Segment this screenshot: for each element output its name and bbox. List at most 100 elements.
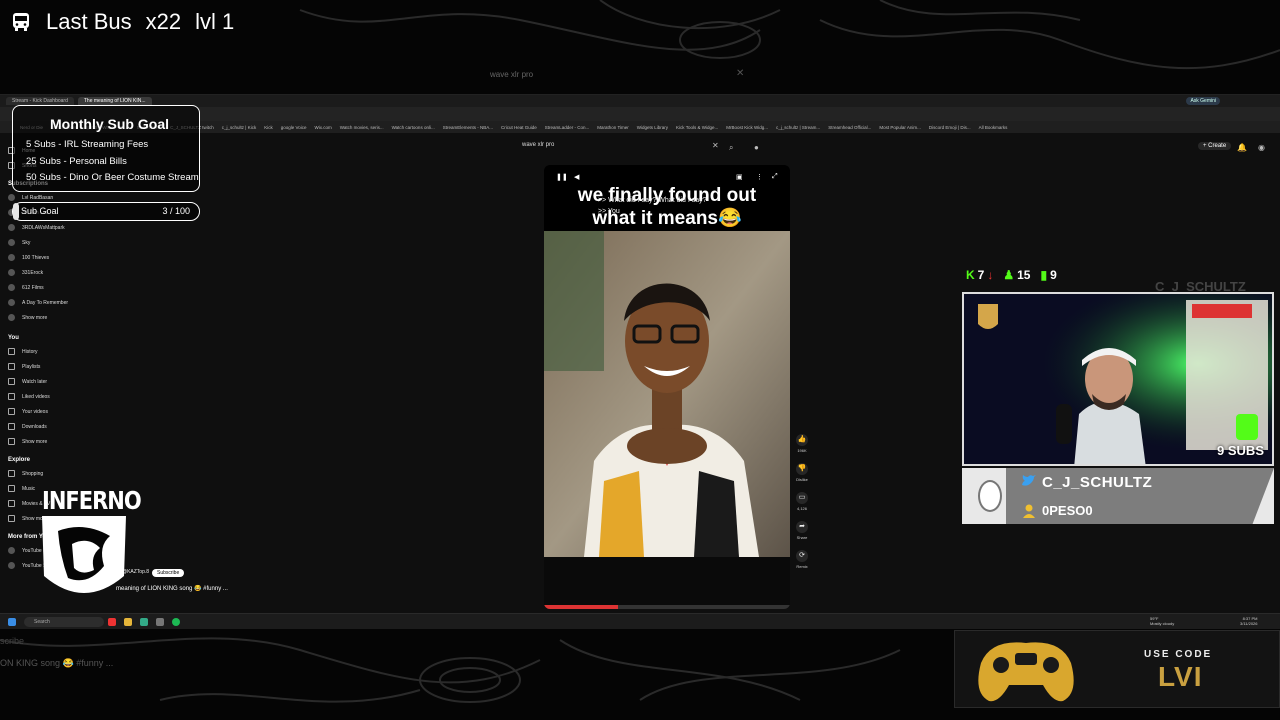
promo-use-code-label: USE CODE (1144, 649, 1213, 660)
sub-goal-tier-2: 25 Subs - Personal Bills (26, 156, 127, 167)
microphone-icon[interactable]: ● (754, 143, 759, 152)
sidebar-item-label: Music (22, 485, 36, 492)
inferno-logo: INFERNO (38, 486, 142, 610)
bookmark-item[interactable]: Watch cartoons onli... (392, 125, 435, 130)
bookmark-item[interactable]: Kick Tools & Widge... (676, 125, 718, 130)
captions-icon[interactable]: ▣ (736, 173, 743, 181)
windows-start-icon[interactable] (8, 618, 16, 626)
webcam-feed: 9 SUBS (962, 292, 1274, 466)
shorts-action-share[interactable]: ➦ Share (796, 521, 808, 540)
sidebar-item-label: History (22, 348, 38, 355)
streamer-nameplate: C_J_SCHULTZ 0PESO0 (962, 468, 1274, 524)
sidebar-item[interactable]: Shopping (8, 470, 43, 477)
sidebar-item[interactable]: A Day To Remember (8, 299, 68, 306)
youtube-search-input[interactable]: wave xlr pro ✕ (522, 141, 720, 154)
sidebar-item[interactable]: 100 Thieves (8, 254, 49, 261)
weather-widget[interactable]: 59°F Mostly cloudy (1150, 616, 1174, 626)
sidebar-section-heading[interactable]: Explore (8, 457, 30, 463)
shorts-action-dislike[interactable]: 👎 Dislike (796, 463, 808, 482)
bookmark-item[interactable]: Widgets Library (637, 125, 668, 130)
sidebar-item[interactable]: Watch later (8, 378, 47, 385)
sidebar-item[interactable]: Lvl RadBasan (8, 194, 53, 201)
sidebar-item[interactable]: Your videos (8, 408, 48, 415)
shorts-player[interactable]: we finally found out what it means😂 >> W… (544, 165, 790, 609)
sidebar-item[interactable]: Liked videos (8, 393, 50, 400)
sidebar-item[interactable]: Show more (8, 314, 47, 321)
bookmark-item[interactable]: All Bookmarks (979, 125, 1008, 130)
pause-icon[interactable]: ❚❚ (556, 173, 568, 181)
channel-avatar-icon (8, 547, 15, 554)
shorts-action-label: Dislike (796, 477, 808, 482)
browser-tab-kick[interactable]: Stream - Kick Dashboard (6, 97, 74, 105)
bookmark-item[interactable]: Cricut Heat Guide (501, 125, 537, 130)
channel-avatar-icon (8, 314, 15, 321)
browser-tab-youtube[interactable]: The meaning of LION KIN... (77, 97, 152, 105)
bookmark-item[interactable]: c_j_schultz | Stream... (776, 125, 820, 130)
sidebar-item[interactable]: Playlists (8, 363, 40, 370)
youtube-search-value: wave xlr pro (522, 142, 555, 148)
shorts-action-comment[interactable]: ▭ 4,126 (796, 492, 808, 511)
sub-goal-tier-3: 50 Subs - Dino Or Beer Costume Stream (26, 172, 199, 183)
bookmark-item[interactable]: MrBoost Kick Widg... (726, 125, 768, 130)
ask-gemini-button[interactable]: Ask Gemini (1186, 97, 1220, 105)
bookmark-item[interactable]: google Voice (281, 125, 307, 130)
bookmark-item[interactable]: Marathon Timer (597, 125, 629, 130)
chrome-icon[interactable] (140, 618, 148, 626)
spotify-icon[interactable] (172, 618, 180, 626)
kick-icon: K (966, 268, 975, 282)
user-icon (1023, 504, 1035, 518)
menu-item-icon (8, 438, 15, 445)
subscribe-button[interactable]: Subscribe (152, 569, 185, 577)
shorts-action-remix[interactable]: ⟳ Remix (796, 550, 808, 569)
channel-avatar-icon (8, 284, 15, 291)
bell-icon[interactable]: 🔔 (1237, 143, 1247, 152)
folder-icon[interactable] (124, 618, 132, 626)
avatar[interactable]: ◉ (1258, 143, 1265, 152)
shorts-action-like[interactable]: 👍 196K (796, 434, 808, 453)
subs-badge: 9 SUBS (1217, 443, 1264, 458)
search-icon[interactable]: ⌕ (729, 143, 733, 153)
sidebar-section-heading[interactable]: You (8, 335, 19, 341)
bookmark-item[interactable]: StreamElements - NBA... (443, 125, 493, 130)
overlay-multiplier: x22 (145, 9, 182, 34)
new-followers-count: 15 (1017, 268, 1031, 282)
sidebar-item[interactable]: Music (8, 485, 35, 492)
taskbar-clock[interactable]: 8:37 PM 3/11/2026 (1240, 616, 1258, 626)
bookmark-item[interactable]: c_j_schultz | Kick (222, 125, 256, 130)
sidebar-item[interactable]: Show more (8, 438, 47, 445)
subtitle-line-1: >> What did I say? What did I say? (598, 197, 707, 204)
sidebar-item-label: Lvl RadBasan (22, 194, 54, 201)
sidebar-item[interactable]: Downloads (8, 423, 47, 430)
promo-banner: USE CODE LVI (954, 630, 1280, 708)
clear-search-icon[interactable]: ✕ (712, 141, 719, 150)
sidebar-item[interactable]: 331Erock (8, 269, 43, 276)
fullscreen-icon[interactable]: ⤢ (772, 173, 778, 181)
app-icon[interactable] (108, 618, 116, 626)
shorts-action-label: 196K (797, 448, 807, 453)
lion-icon (42, 516, 126, 593)
taskbar-search[interactable]: Search (24, 617, 104, 627)
create-button[interactable]: + Create (1198, 142, 1232, 150)
sidebar-item[interactable]: Sky (8, 239, 30, 246)
bookmark-item[interactable]: Most Popular Anim... (879, 125, 921, 130)
bookmark-item[interactable]: Streamhead Official... (828, 125, 871, 130)
menu-item-icon (8, 408, 15, 415)
comment-icon: ▭ (796, 492, 808, 504)
channel-avatar-icon (8, 194, 15, 201)
video-progress-bar[interactable] (544, 605, 790, 609)
overlay-title: Last Bus (46, 9, 132, 34)
bookmark-item[interactable]: Kick (264, 125, 273, 130)
more-options-icon[interactable]: ⋮ (756, 173, 763, 181)
bookmark-item[interactable]: StreamLadder - Con... (545, 125, 590, 130)
sidebar-item[interactable]: History (8, 348, 38, 355)
sidebar-item[interactable]: 3RDLAWsMattpark (8, 224, 65, 231)
share-icon: ➦ (796, 521, 808, 533)
volume-icon[interactable]: ◀ (574, 173, 579, 181)
sidebar-item[interactable]: 612 Films (8, 284, 44, 291)
bookmark-item[interactable]: Watch movies, seris... (340, 125, 384, 130)
bookmark-item[interactable]: Wix.com (315, 125, 332, 130)
bookmark-item[interactable]: Discord Emoji | Dis... (929, 125, 971, 130)
sidebar-item-label: 612 Films (22, 284, 44, 291)
app-icon[interactable] (156, 618, 164, 626)
video-title[interactable]: meaning of LION KING song 😂 #funny ... (116, 585, 228, 592)
